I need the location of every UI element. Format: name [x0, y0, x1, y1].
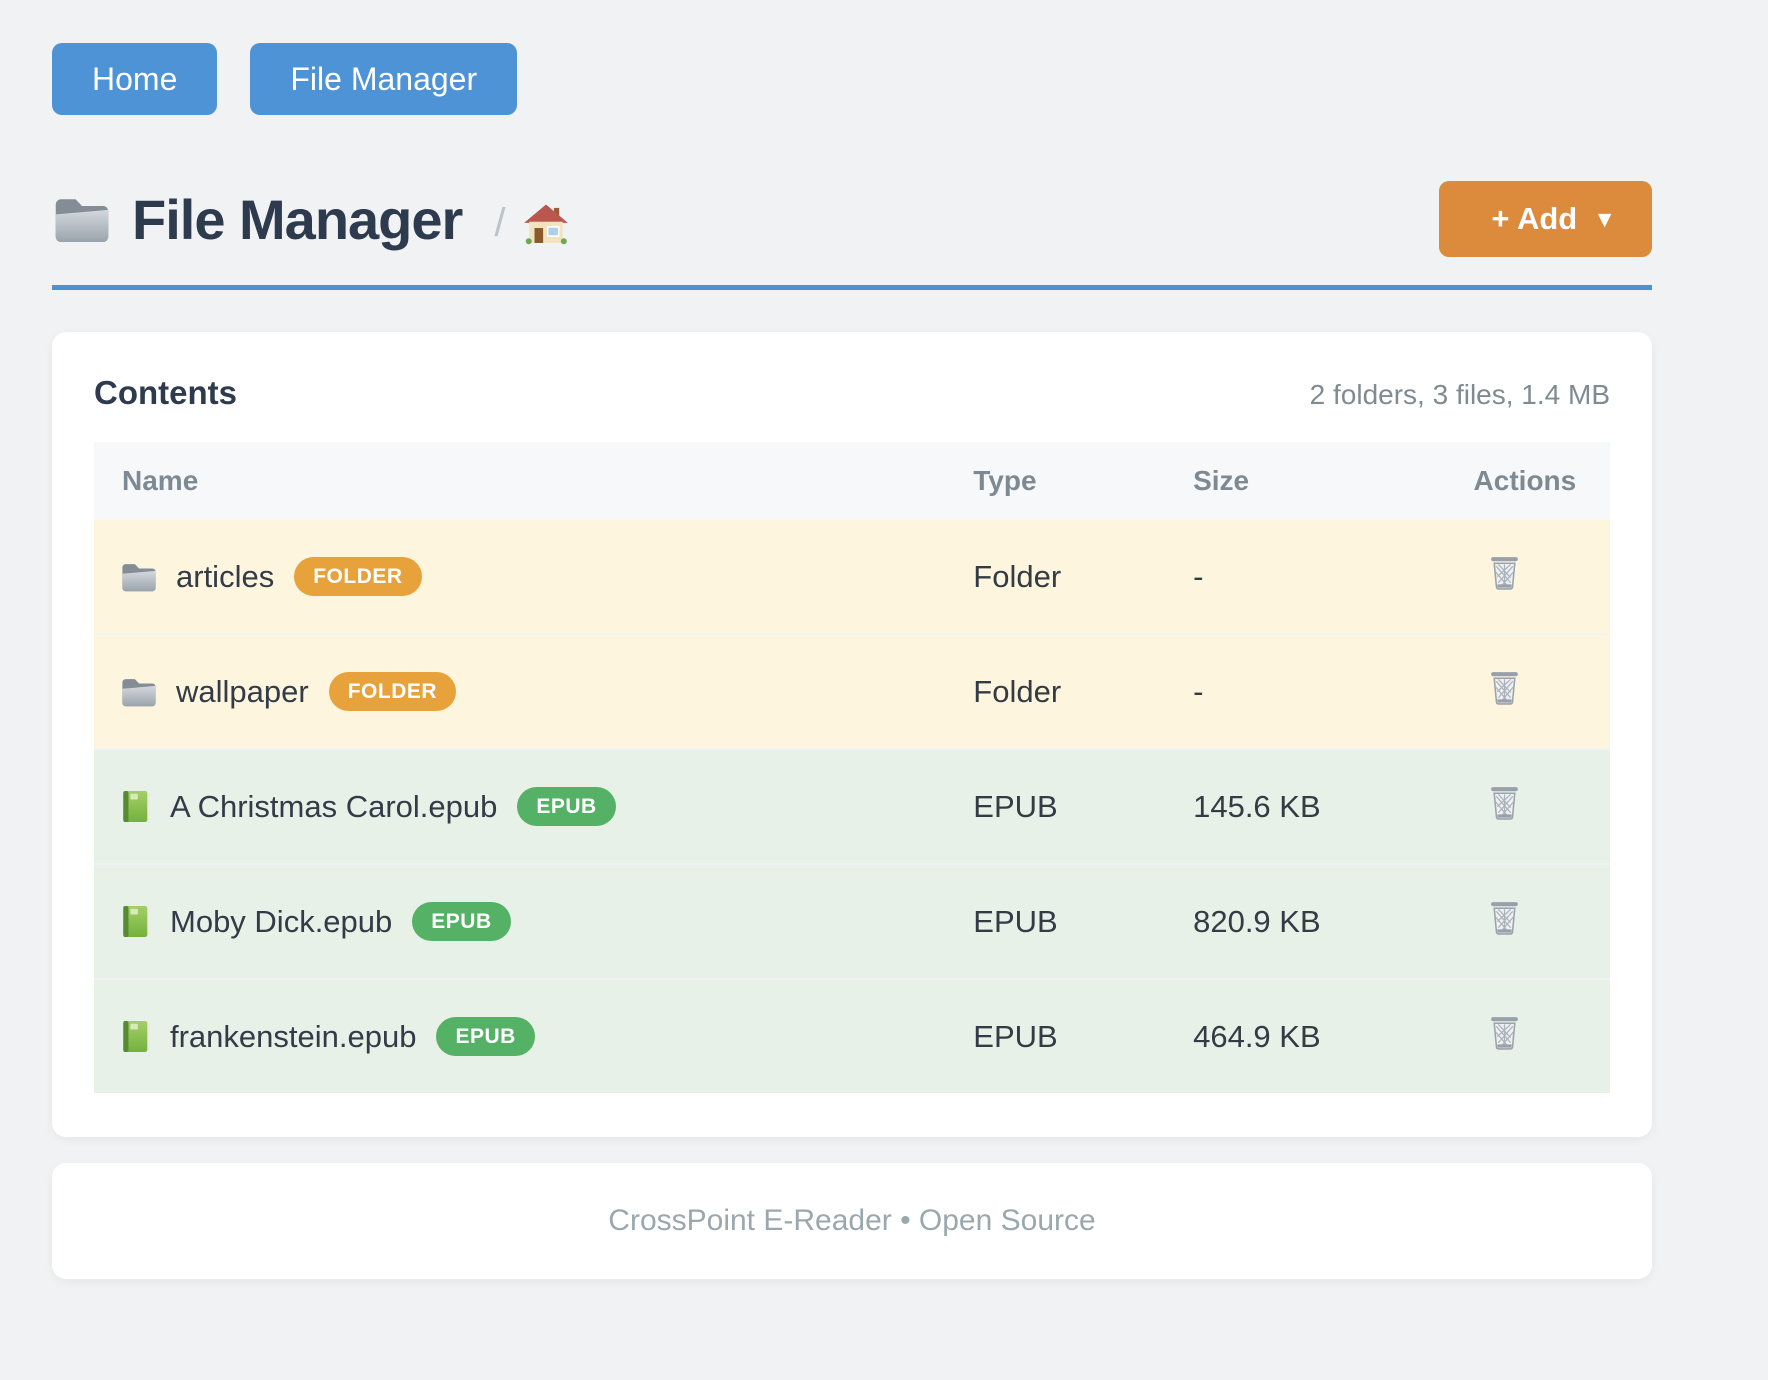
book-icon — [120, 1018, 152, 1055]
breadcrumb-separator: / — [494, 201, 505, 246]
column-header-type: Type — [973, 442, 1193, 520]
trash-icon — [1488, 1014, 1521, 1051]
delete-button[interactable] — [1488, 554, 1521, 591]
book-icon — [120, 788, 152, 825]
folder-icon — [120, 560, 158, 594]
delete-button[interactable] — [1488, 899, 1521, 936]
chevron-down-icon: ▼ — [1593, 206, 1616, 233]
size-cell: 820.9 KB — [1193, 864, 1473, 979]
folder-badge: FOLDER — [329, 672, 456, 711]
top-nav: Home File Manager — [52, 43, 1652, 115]
book-icon — [120, 903, 152, 940]
page: Home File Manager File Manager / + Add ▼… — [0, 0, 1768, 1279]
folder-link[interactable]: wallpaper — [176, 674, 309, 710]
trash-icon — [1488, 554, 1521, 591]
type-cell: EPUB — [973, 749, 1193, 864]
table-row-moby-dick: Moby Dick.epub EPUB EPUB 820.9 KB — [94, 864, 1610, 979]
table-row-articles: articles FOLDER Folder - — [94, 520, 1610, 634]
type-cell: EPUB — [973, 979, 1193, 1093]
folder-icon — [120, 675, 158, 709]
trash-icon — [1488, 899, 1521, 936]
column-header-name: Name — [94, 442, 973, 520]
table-row-wallpaper: wallpaper FOLDER Folder - — [94, 634, 1610, 749]
folder-badge: FOLDER — [294, 557, 421, 596]
epub-badge: EPUB — [517, 787, 615, 826]
trash-icon — [1488, 784, 1521, 821]
folder-icon — [52, 194, 112, 245]
title-row: File Manager / + Add ▼ — [52, 181, 1652, 257]
type-cell: EPUB — [973, 864, 1193, 979]
size-cell: - — [1193, 634, 1473, 749]
table-header: Name Type Size Actions — [94, 442, 1610, 520]
delete-button[interactable] — [1488, 1014, 1521, 1051]
file-table: Name Type Size Actions articles FOLDER — [94, 442, 1610, 1093]
footer: CrossPoint E-Reader • Open Source — [52, 1163, 1652, 1279]
size-cell: 464.9 KB — [1193, 979, 1473, 1093]
file-manager-button[interactable]: File Manager — [250, 43, 517, 115]
contents-summary: 2 folders, 3 files, 1.4 MB — [1310, 379, 1610, 411]
file-link[interactable]: frankenstein.epub — [170, 1019, 416, 1055]
footer-text: CrossPoint E-Reader • Open Source — [608, 1204, 1095, 1237]
column-header-actions: Actions — [1474, 442, 1610, 520]
file-link[interactable]: Moby Dick.epub — [170, 904, 392, 940]
table-row-frankenstein: frankenstein.epub EPUB EPUB 464.9 KB — [94, 979, 1610, 1093]
epub-badge: EPUB — [412, 902, 510, 941]
file-link[interactable]: A Christmas Carol.epub — [170, 789, 497, 825]
size-cell: 145.6 KB — [1193, 749, 1473, 864]
column-header-size: Size — [1193, 442, 1473, 520]
add-button[interactable]: + Add ▼ — [1439, 181, 1652, 257]
epub-badge: EPUB — [436, 1017, 534, 1056]
breadcrumb-home-link[interactable] — [523, 202, 569, 246]
folder-link[interactable]: articles — [176, 559, 274, 595]
trash-icon — [1488, 669, 1521, 706]
add-button-text: + Add — [1491, 201, 1577, 237]
contents-title: Contents — [94, 374, 237, 412]
type-cell: Folder — [973, 520, 1193, 634]
title-divider — [52, 285, 1652, 290]
type-cell: Folder — [973, 634, 1193, 749]
home-icon — [523, 202, 569, 246]
delete-button[interactable] — [1488, 669, 1521, 706]
home-button[interactable]: Home — [52, 43, 217, 115]
contents-card: Contents 2 folders, 3 files, 1.4 MB Name… — [52, 332, 1652, 1137]
contents-header: Contents 2 folders, 3 files, 1.4 MB — [94, 374, 1610, 412]
table-row-christmas-carol: A Christmas Carol.epub EPUB EPUB 145.6 K… — [94, 749, 1610, 864]
size-cell: - — [1193, 520, 1473, 634]
delete-button[interactable] — [1488, 784, 1521, 821]
page-title: File Manager — [132, 187, 462, 252]
